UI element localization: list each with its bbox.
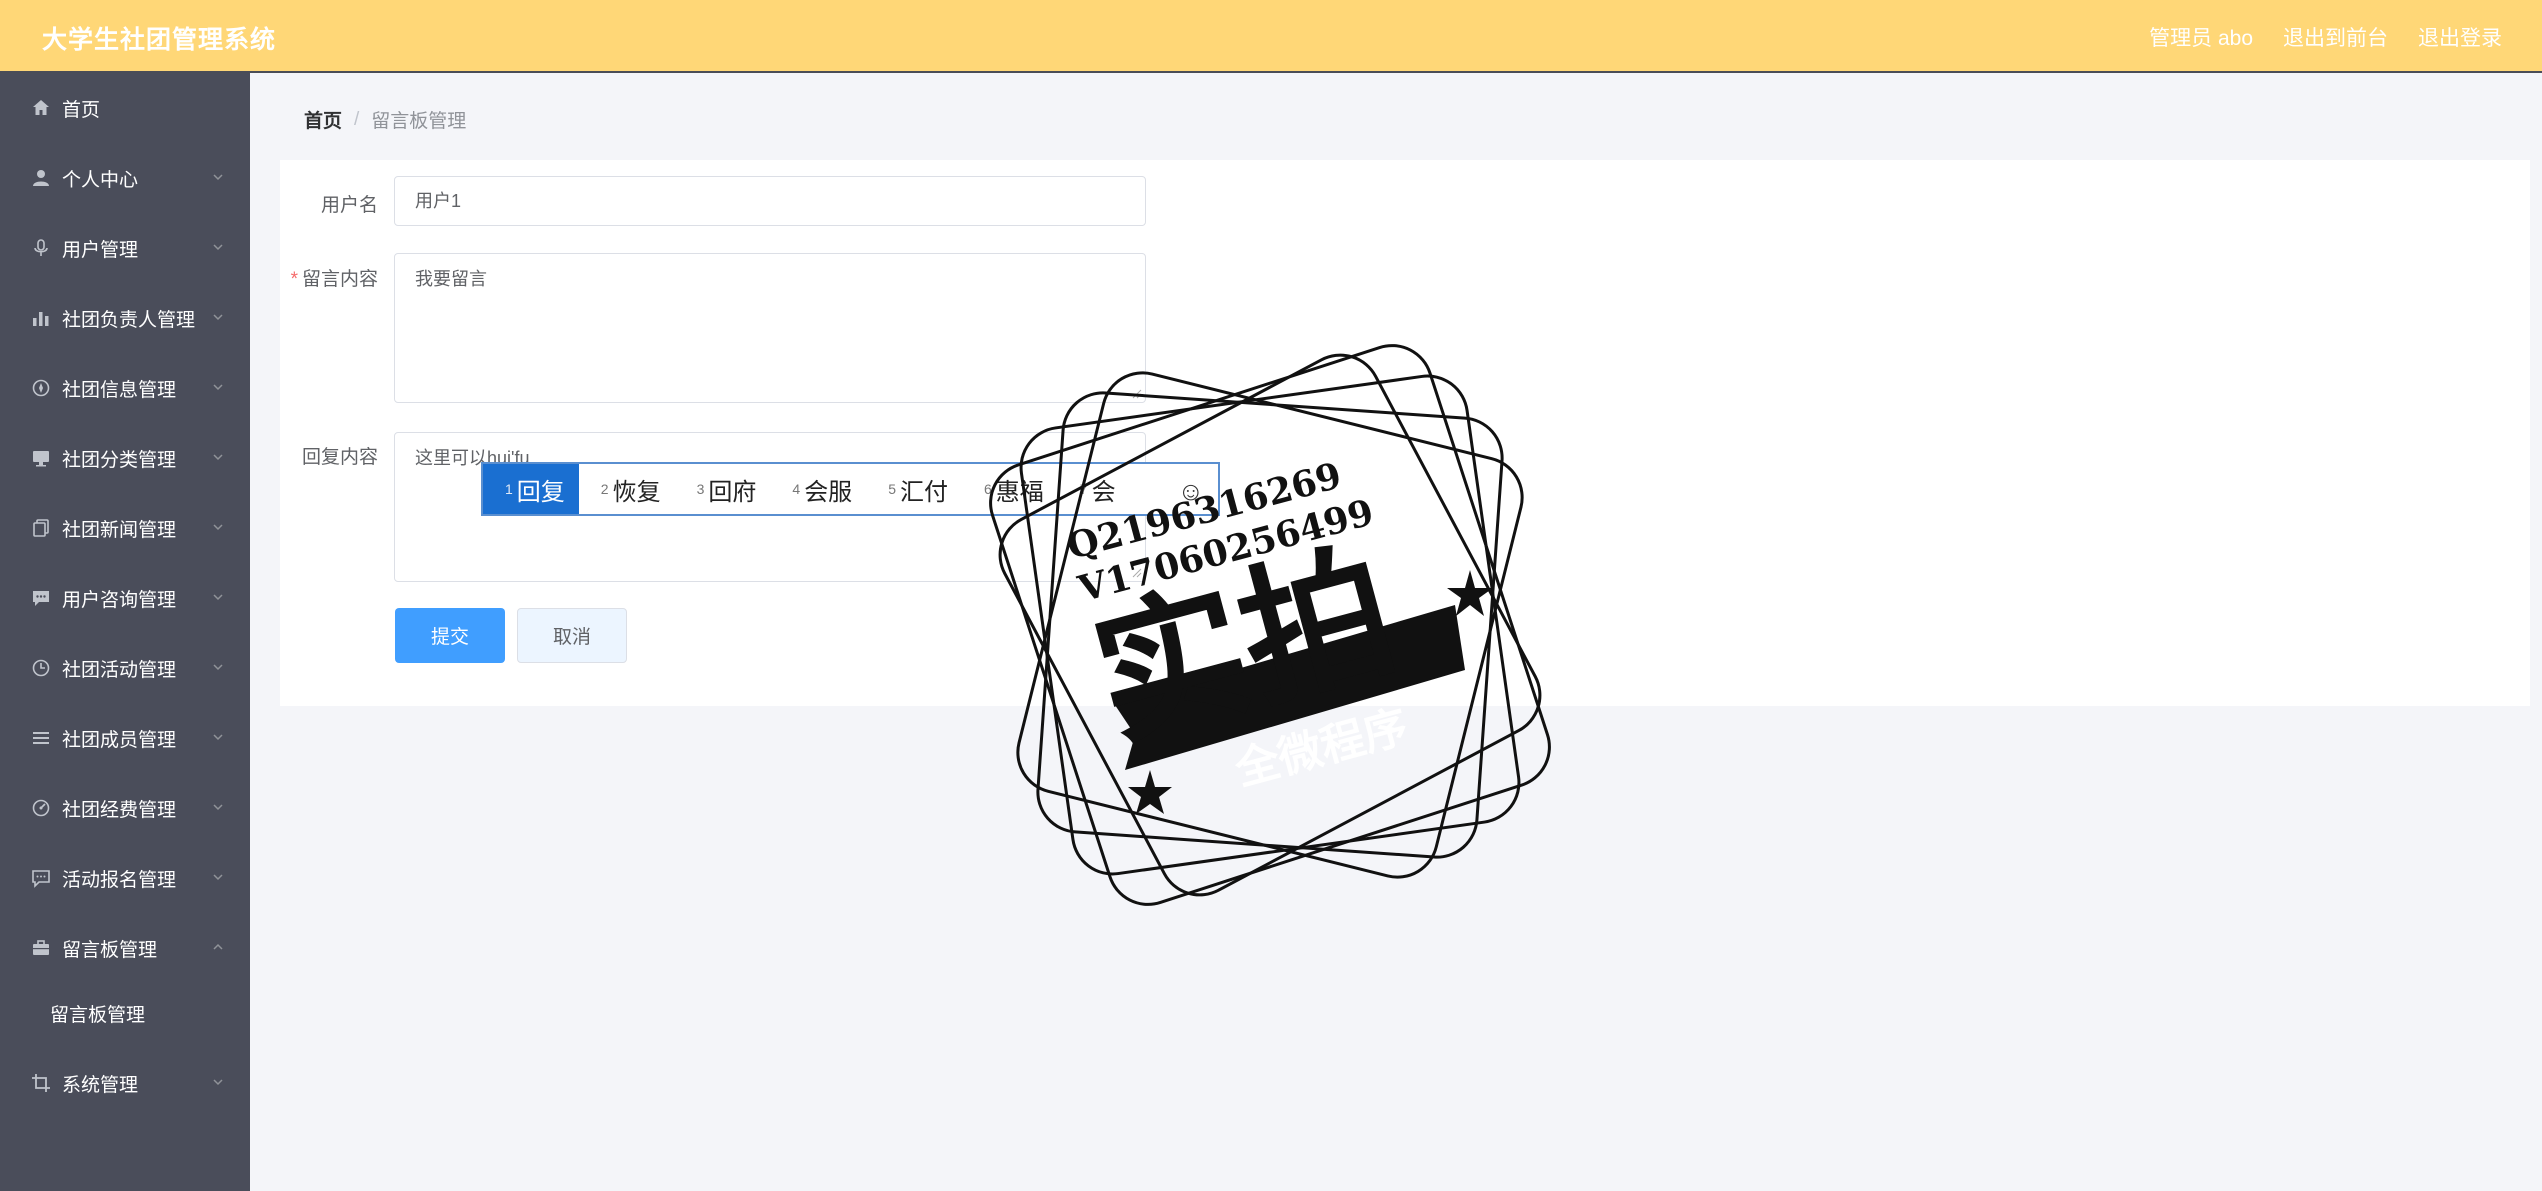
chevron-down-icon bbox=[213, 594, 223, 601]
sidebar-item-home[interactable]: 首页 bbox=[0, 73, 250, 143]
back-to-frontend-link[interactable]: 退出到前台 bbox=[2283, 22, 2388, 52]
ime-candidate[interactable]: 4 会服 bbox=[770, 464, 866, 514]
ime-candidate[interactable]: 5 汇付 bbox=[866, 464, 962, 514]
chevron-down-icon bbox=[213, 874, 223, 881]
reply-label: 回复内容 bbox=[301, 447, 378, 468]
sidebar-item-users[interactable]: 用户管理 bbox=[0, 213, 250, 283]
chevron-down-icon bbox=[213, 734, 223, 741]
breadcrumb-home[interactable]: 首页 bbox=[304, 106, 342, 133]
sidebar-item-label: 社团活动管理 bbox=[62, 659, 177, 681]
ime-candidate[interactable]: 2 恢复 bbox=[579, 464, 675, 514]
sidebar-item-label: 社团信息管理 bbox=[62, 379, 177, 401]
content-text: 我要留言 bbox=[415, 269, 487, 289]
sidebar-item-club-category[interactable]: 社团分类管理 bbox=[0, 423, 250, 493]
logout-link[interactable]: 退出登录 bbox=[2418, 22, 2502, 52]
clock-icon bbox=[30, 657, 52, 679]
microphone-icon bbox=[30, 237, 52, 259]
chevron-down-icon bbox=[213, 174, 223, 181]
sidebar-item-label: 用户咨询管理 bbox=[62, 589, 177, 611]
ime-candidate[interactable]: 1 回复 bbox=[483, 464, 579, 514]
chevron-down-icon bbox=[213, 1079, 223, 1086]
sidebar-item-club-info[interactable]: 社团信息管理 bbox=[0, 353, 250, 423]
chevron-up-icon bbox=[213, 943, 223, 950]
watermark-stamp: Q2196316269 V17060256499 实拍 全微程序 bbox=[989, 344, 1551, 906]
breadcrumb: 首页 / 留言板管理 bbox=[304, 106, 466, 133]
sidebar-item-club-leaders[interactable]: 社团负责人管理 bbox=[0, 283, 250, 353]
chevron-down-icon bbox=[213, 664, 223, 671]
sidebar-subitem-message-board[interactable]: 留言板管理 bbox=[0, 983, 250, 1043]
gauge-icon bbox=[30, 797, 52, 819]
content-label-text: 留言内容 bbox=[301, 269, 378, 290]
breadcrumb-separator: / bbox=[354, 108, 360, 130]
content-label: * 留言内容 bbox=[258, 264, 378, 291]
suitcase-icon bbox=[30, 937, 52, 959]
top-header: 大学生社团管理系统 管理员 abo 退出到前台 退出登录 bbox=[0, 0, 2542, 73]
sidebar-item-personal-center[interactable]: 个人中心 bbox=[0, 143, 250, 213]
chevron-down-icon bbox=[213, 244, 223, 251]
username-label: 用户名 bbox=[320, 195, 378, 216]
sidebar-item-label: 社团负责人管理 bbox=[62, 309, 196, 331]
sidebar-item-system[interactable]: 系统管理 bbox=[0, 1048, 250, 1118]
sidebar-item-label: 社团成员管理 bbox=[62, 729, 177, 751]
breadcrumb-current: 留言板管理 bbox=[371, 111, 467, 132]
sidebar-item-label: 社团分类管理 bbox=[62, 449, 177, 471]
chevron-down-icon bbox=[213, 524, 223, 531]
sidebar-item-club-members[interactable]: 社团成员管理 bbox=[0, 703, 250, 773]
chevron-down-icon bbox=[213, 804, 223, 811]
bar-chart-icon bbox=[30, 307, 52, 329]
sidebar-item-label: 社团经费管理 bbox=[62, 799, 177, 821]
sidebar-item-club-news[interactable]: 社团新闻管理 bbox=[0, 493, 250, 563]
sidebar-item-label: 个人中心 bbox=[62, 169, 139, 191]
chevron-down-icon bbox=[213, 384, 223, 391]
sidebar-item-label: 活动报名管理 bbox=[62, 869, 177, 891]
list-icon bbox=[30, 727, 52, 749]
sidebar-item-message-board[interactable]: 留言板管理 bbox=[0, 913, 250, 983]
header-actions: 管理员 abo 退出到前台 退出登录 bbox=[2149, 22, 2502, 52]
required-mark: * bbox=[290, 269, 298, 290]
sidebar-item-activity-signup[interactable]: 活动报名管理 bbox=[0, 843, 250, 913]
user-icon bbox=[30, 167, 52, 189]
sidebar-item-club-funds[interactable]: 社团经费管理 bbox=[0, 773, 250, 843]
home-icon bbox=[30, 97, 52, 119]
ime-candidate[interactable]: 3 回府 bbox=[675, 464, 771, 514]
chevron-down-icon bbox=[213, 314, 223, 321]
compass-icon bbox=[30, 377, 52, 399]
sidebar-item-label: 社团新闻管理 bbox=[62, 519, 177, 541]
copy-icon bbox=[30, 517, 52, 539]
sidebar-item-label: 系统管理 bbox=[62, 1074, 139, 1096]
message-icon bbox=[30, 867, 52, 889]
sidebar-item-label: 用户管理 bbox=[62, 239, 139, 261]
sidebar-item-club-activities[interactable]: 社团活动管理 bbox=[0, 633, 250, 703]
sidebar-item-user-consult[interactable]: 用户咨询管理 bbox=[0, 563, 250, 633]
username-input[interactable]: 用户1 bbox=[394, 176, 1146, 226]
sidebar-item-label: 首页 bbox=[62, 99, 101, 121]
sidebar-item-label: 留言板管理 bbox=[62, 939, 158, 961]
monitor-icon bbox=[30, 447, 52, 469]
chat-icon bbox=[30, 587, 52, 609]
current-user: 管理员 abo bbox=[2149, 27, 2253, 50]
crop-icon bbox=[30, 1072, 52, 1094]
sidebar-subitem-label: 留言板管理 bbox=[50, 1004, 146, 1026]
sidebar: 首页 个人中心 用户管理 社团负责人管理 社团信息管理 社团分类管理 社团新闻管… bbox=[0, 73, 250, 1191]
cancel-button[interactable]: 取消 bbox=[517, 608, 627, 663]
app-title: 大学生社团管理系统 bbox=[42, 26, 277, 54]
submit-button[interactable]: 提交 bbox=[395, 608, 505, 663]
chevron-down-icon bbox=[213, 454, 223, 461]
